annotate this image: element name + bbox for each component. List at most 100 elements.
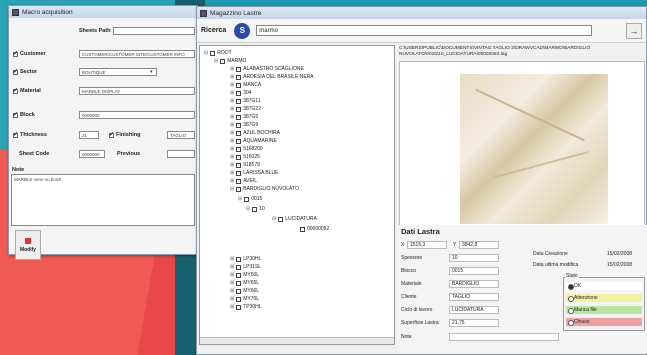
- acquisition-titlebar[interactable]: Macro acquisition: [9, 6, 197, 18]
- tree-node[interactable]: ⊞ 304: [230, 90, 252, 96]
- tree-checkbox[interactable]: [220, 58, 226, 64]
- tree-checkbox[interactable]: [236, 82, 242, 88]
- expand-icon[interactable]: ⊞: [230, 106, 234, 112]
- expand-icon[interactable]: ⊞: [230, 130, 234, 136]
- expand-icon[interactable]: ⊞: [230, 178, 234, 184]
- stato-option-chiuso[interactable]: Chiuso: [566, 318, 642, 326]
- tree-horizontal-scrollbar[interactable]: [200, 337, 394, 344]
- expand-icon[interactable]: ⊞: [230, 114, 234, 120]
- collapse-icon[interactable]: ⊟: [238, 196, 242, 202]
- thickness-field[interactable]: 21: [79, 131, 99, 139]
- expand-icon[interactable]: ⊞: [230, 280, 234, 286]
- tree-node[interactable]: ⊟ BARDIGLIO NUVOLATO: [230, 186, 299, 192]
- collapse-icon[interactable]: ⊟: [230, 186, 234, 192]
- tree-checkbox[interactable]: [236, 304, 242, 310]
- stato-option-manca-file[interactable]: Manca file: [566, 306, 642, 314]
- tree-node[interactable]: ⊞ 387G5: [230, 114, 258, 120]
- tree-node[interactable]: 00000052: [298, 226, 329, 232]
- expand-icon[interactable]: ⊞: [230, 256, 234, 262]
- expand-icon[interactable]: ⊞: [230, 264, 234, 270]
- tree-node[interactable]: ⊟ 0015: [238, 196, 262, 202]
- search-go-button[interactable]: →: [626, 23, 642, 39]
- tree-checkbox[interactable]: [236, 114, 242, 120]
- customer-field[interactable]: CUSTOMER/CUSTOMER SITE/CUSTOMER INFO: [79, 50, 195, 58]
- tree-node[interactable]: ⊞ LARISSA BLUE: [230, 170, 279, 176]
- tree-node[interactable]: ⊞ 387G9: [230, 122, 258, 128]
- tree-node[interactable]: ⊟ LUCIDATURA: [272, 216, 317, 222]
- expand-icon[interactable]: ⊞: [230, 74, 234, 80]
- material-checkbox[interactable]: [13, 87, 18, 94]
- expand-icon[interactable]: ⊞: [230, 82, 234, 88]
- collapse-icon[interactable]: ⊟: [204, 50, 208, 56]
- tree-checkbox[interactable]: [236, 170, 242, 176]
- tree-checkbox[interactable]: [236, 66, 242, 72]
- expand-icon[interactable]: ⊞: [230, 304, 234, 310]
- tree-checkbox[interactable]: [236, 138, 242, 144]
- tree-node[interactable]: ⊞ TP30HL: [230, 304, 262, 310]
- tree-checkbox[interactable]: [236, 90, 242, 96]
- tree-node[interactable]: ⊞ AVEIL: [230, 178, 257, 184]
- collapse-icon[interactable]: ⊟: [272, 216, 276, 222]
- tree-node[interactable]: ⊞ MANCA: [230, 82, 261, 88]
- tree-checkbox[interactable]: [210, 50, 216, 56]
- tree-checkbox[interactable]: [236, 154, 242, 160]
- tree-node[interactable]: ⊞ AQUAMARINE: [230, 138, 277, 144]
- tree-checkbox[interactable]: [236, 256, 242, 262]
- magazzino-titlebar[interactable]: Magazzino Lastre: [197, 7, 646, 19]
- tree-checkbox[interactable]: [300, 226, 305, 232]
- expand-icon[interactable]: ⊞: [230, 288, 234, 294]
- tree-checkbox[interactable]: [236, 122, 242, 128]
- tree-node[interactable]: ⊞ 516025: [230, 154, 260, 160]
- tree-node[interactable]: ⊟ MARMO: [214, 58, 246, 64]
- modify-button[interactable]: Modify: [15, 230, 41, 260]
- tree-node[interactable]: ⊞ MY66L: [230, 288, 259, 294]
- tree-checkbox[interactable]: [236, 272, 242, 278]
- expand-icon[interactable]: ⊞: [230, 98, 234, 104]
- sector-checkbox[interactable]: [13, 68, 18, 75]
- tree-node[interactable]: ⊞ ALABASTRO SCAGLIONE: [230, 66, 304, 72]
- customer-checkbox[interactable]: [13, 50, 18, 57]
- expand-icon[interactable]: ⊞: [230, 66, 234, 72]
- tree-checkbox[interactable]: [244, 196, 250, 202]
- tree-checkbox[interactable]: [236, 146, 242, 152]
- tree-node[interactable]: ⊞ 5168200: [230, 146, 263, 152]
- tree-node[interactable]: ⊟ 10: [246, 206, 265, 212]
- search-input[interactable]: marmo: [256, 25, 593, 36]
- block-field[interactable]: 0000000: [79, 111, 195, 119]
- tree-checkbox[interactable]: [236, 280, 242, 286]
- collapse-icon[interactable]: ⊟: [214, 58, 218, 64]
- tree-node[interactable]: ⊞ MY65L: [230, 280, 259, 286]
- tree-checkbox[interactable]: [236, 178, 242, 184]
- tree-node[interactable]: ⊞ 387G11: [230, 98, 261, 104]
- tree-checkbox[interactable]: [236, 74, 242, 80]
- sheet-code-field[interactable]: 0000000: [79, 150, 105, 158]
- tree-checkbox[interactable]: [236, 296, 242, 302]
- expand-icon[interactable]: ⊞: [230, 146, 234, 152]
- tree-checkbox[interactable]: [236, 98, 242, 104]
- expand-icon[interactable]: ⊞: [230, 170, 234, 176]
- tree-node[interactable]: ⊞ 918578: [230, 162, 260, 168]
- stato-option-ok[interactable]: OK: [566, 282, 642, 290]
- sheet-path-field[interactable]: [113, 27, 195, 35]
- expand-icon[interactable]: ⊞: [230, 154, 234, 160]
- thickness-checkbox[interactable]: [13, 131, 18, 138]
- expand-icon[interactable]: ⊞: [230, 296, 234, 302]
- expand-icon[interactable]: ⊞: [230, 162, 234, 168]
- tree-node[interactable]: ⊞ AZUL BOCHIRA: [230, 130, 280, 136]
- block-checkbox[interactable]: [13, 111, 18, 118]
- finishing-field[interactable]: TAGLIO: [167, 131, 195, 139]
- tree-node[interactable]: ⊞ 387G22: [230, 106, 261, 112]
- note-textarea[interactable]: MARBLE vene su bordi: [11, 174, 195, 226]
- tree-node[interactable]: ⊞ MY70L: [230, 296, 259, 302]
- collapse-icon[interactable]: ⊟: [246, 206, 250, 212]
- finishing-checkbox[interactable]: [109, 131, 114, 138]
- expand-icon[interactable]: ⊞: [230, 122, 234, 128]
- tree-checkbox[interactable]: [236, 130, 242, 136]
- sector-dropdown[interactable]: BOUTIQUE ▾: [79, 68, 157, 76]
- tree-node[interactable]: ⊟ ROOT: [204, 50, 232, 56]
- tree-checkbox[interactable]: [278, 216, 284, 222]
- tree-node[interactable]: ⊞ LP30HL: [230, 256, 261, 262]
- tree-checkbox[interactable]: [236, 288, 242, 294]
- expand-icon[interactable]: ⊞: [230, 138, 234, 144]
- previous-field[interactable]: [167, 150, 195, 158]
